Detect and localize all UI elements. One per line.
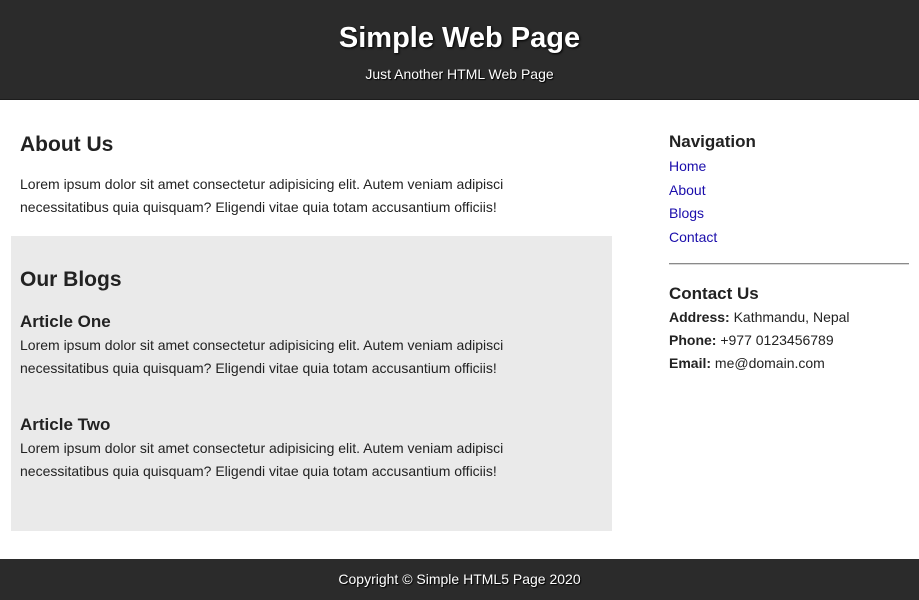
article-text: Lorem ipsum dolor sit amet consectetur a…	[20, 440, 504, 479]
nav-item-blogs: Blogs	[669, 202, 909, 226]
about-title: About Us	[20, 133, 114, 156]
phone-value: +977 0123456789	[720, 332, 834, 348]
nav-item-contact: Contact	[669, 226, 909, 250]
navigation-list: Home About Blogs Contact	[669, 155, 909, 249]
contact-email: Email: me@domain.com	[669, 352, 909, 375]
article-title: Article One	[20, 312, 111, 331]
contact-address: Address: Kathmandu, Nepal	[669, 306, 909, 329]
nav-link-blogs[interactable]: Blogs	[669, 205, 704, 221]
email-label: Email:	[669, 355, 712, 371]
nav-item-home: Home	[669, 155, 909, 179]
nav-link-about[interactable]: About	[669, 182, 706, 198]
site-title: Simple Web Page	[338, 22, 581, 54]
blogs-title: Our Blogs	[20, 268, 122, 291]
navigation-title: Navigation	[669, 132, 756, 151]
sidebar: Navigation Home About Blogs Contact Cont…	[669, 130, 909, 371]
about-text: Lorem ipsum dolor sit amet consectetur a…	[20, 176, 504, 215]
site-header: Simple Web Page Just Another HTML Web Pa…	[0, 0, 919, 100]
contact-section: Contact Us Address: Kathmandu, Nepal Pho…	[669, 282, 909, 375]
article-two: Article Two Lorem ipsum dolor sit amet c…	[20, 414, 540, 483]
nav-link-home[interactable]: Home	[669, 158, 706, 174]
site-footer: Copyright © Simple HTML5 Page 2020	[0, 559, 919, 600]
article-text: Lorem ipsum dolor sit amet consectetur a…	[20, 337, 504, 376]
nav-item-about: About	[669, 179, 909, 203]
sidebar-divider	[669, 263, 909, 265]
article-title: Article Two	[20, 415, 111, 434]
about-section: About Us Lorem ipsum dolor sit amet cons…	[20, 131, 600, 219]
phone-label: Phone:	[669, 332, 717, 348]
address-value: Kathmandu, Nepal	[733, 309, 850, 325]
site-subtitle: Just Another HTML Web Page	[365, 66, 554, 82]
copyright-text: Copyright © Simple HTML5 Page 2020	[338, 571, 581, 587]
blogs-section: Our Blogs Article One Lorem ipsum dolor …	[11, 236, 612, 531]
email-value: me@domain.com	[714, 355, 825, 371]
contact-phone: Phone: +977 0123456789	[669, 329, 909, 352]
article-one: Article One Lorem ipsum dolor sit amet c…	[20, 311, 540, 380]
nav-link-contact[interactable]: Contact	[669, 229, 717, 245]
contact-title: Contact Us	[669, 284, 759, 303]
page: Simple Web Page Just Another HTML Web Pa…	[0, 0, 919, 600]
address-label: Address:	[669, 309, 730, 325]
